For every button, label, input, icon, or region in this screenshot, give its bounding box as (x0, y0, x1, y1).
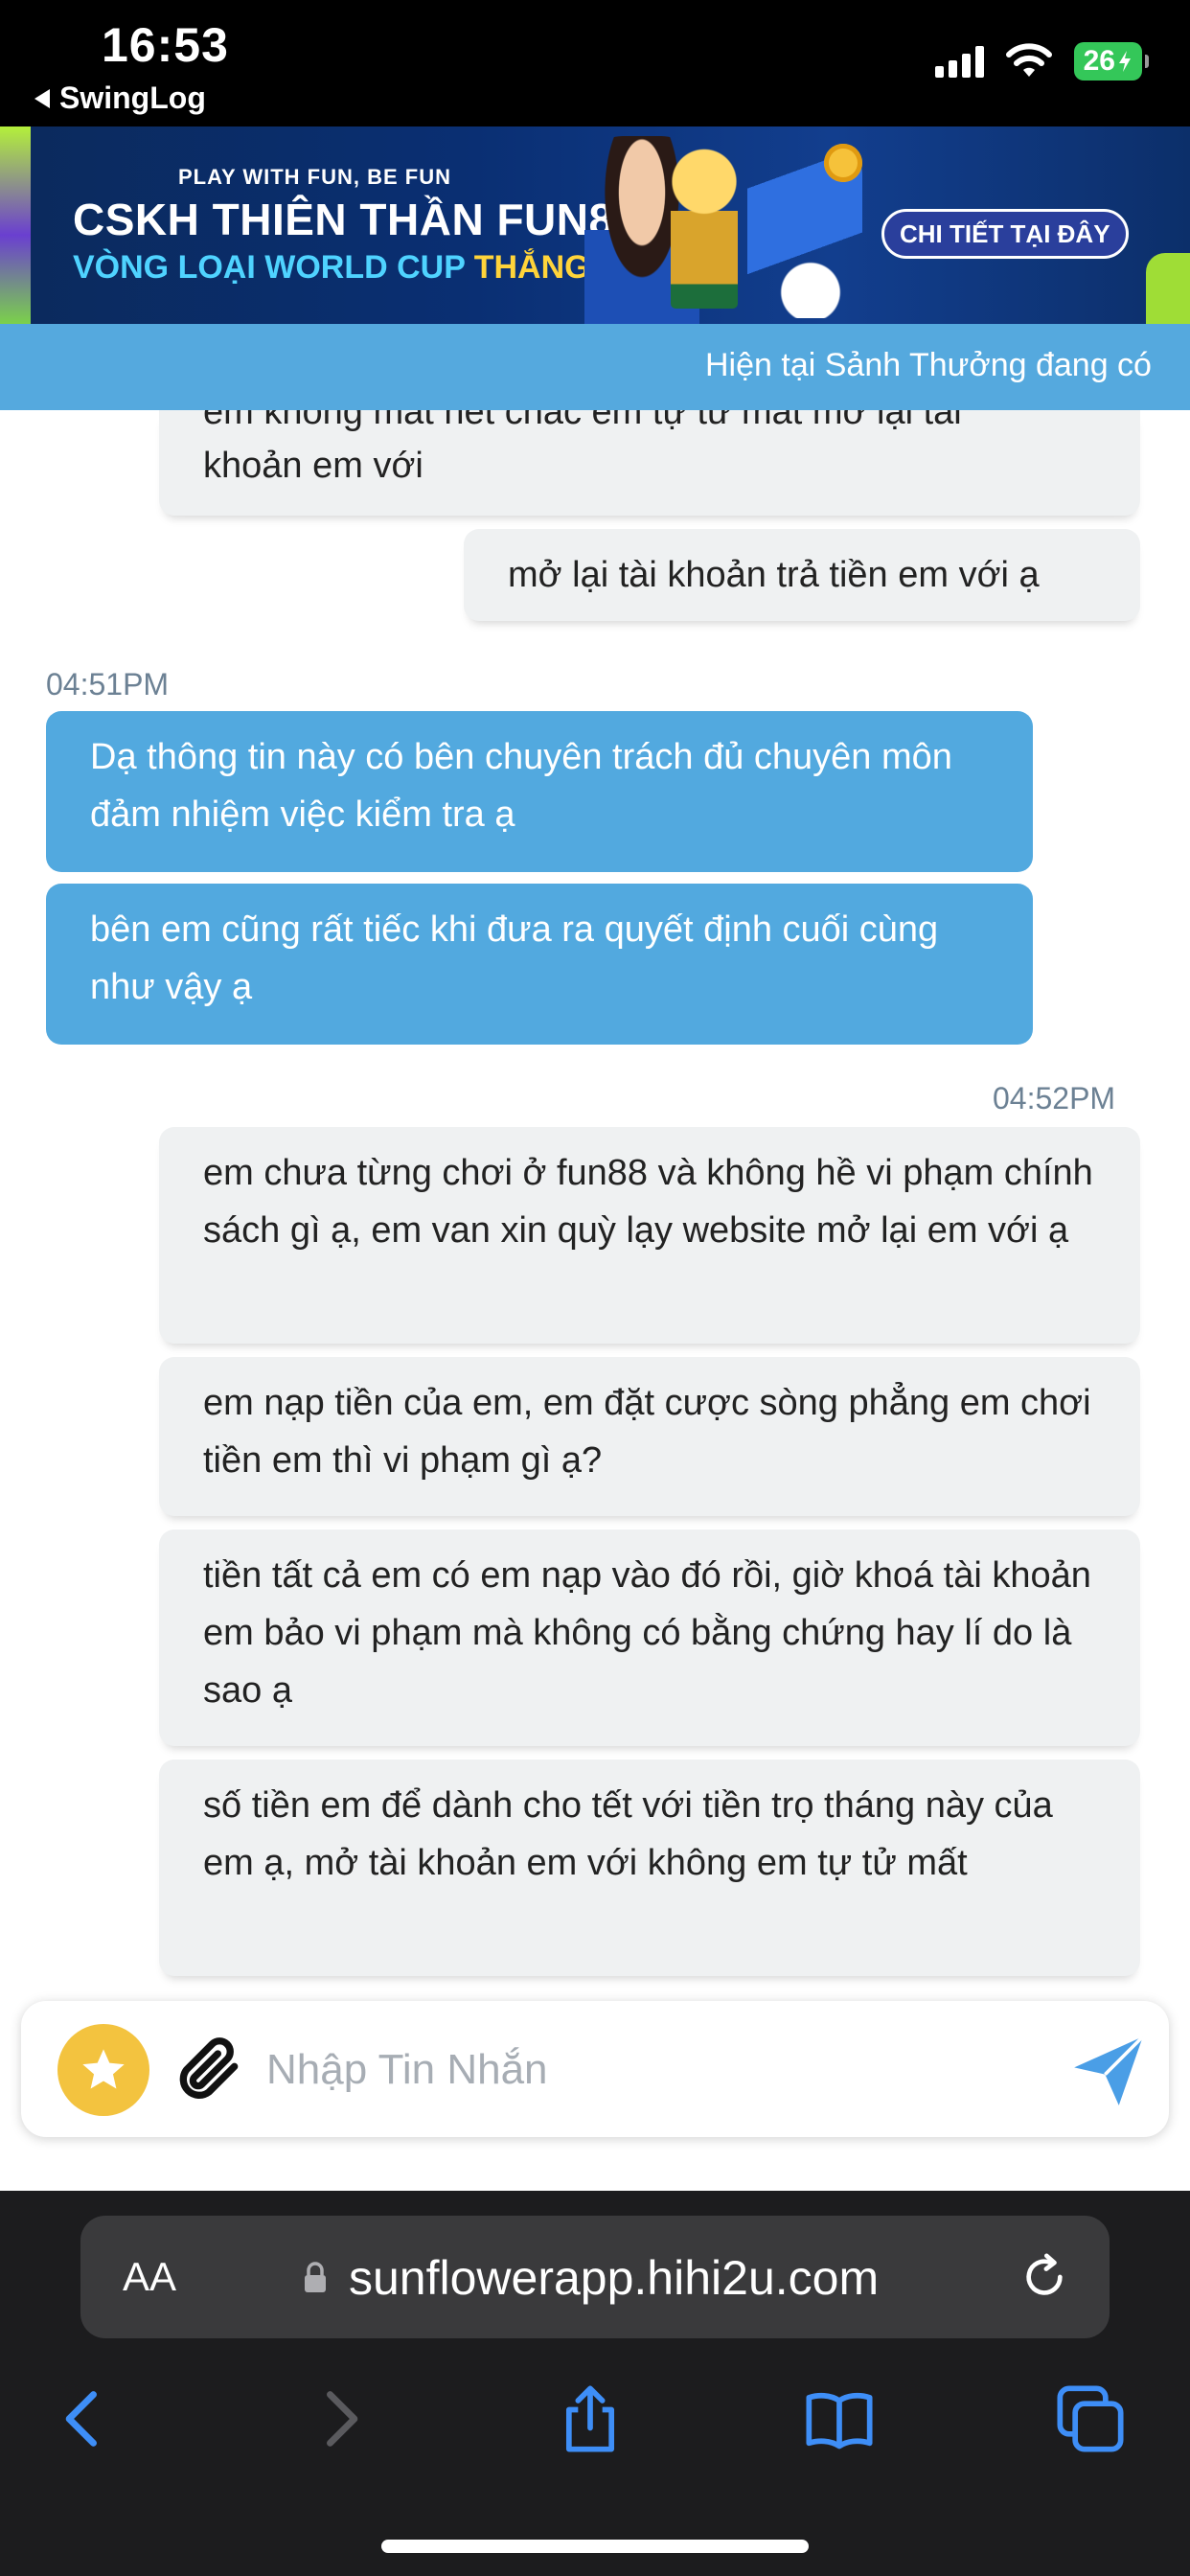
cellular-signal-icon (934, 45, 984, 78)
back-to-app-button[interactable]: SwingLog (34, 80, 206, 116)
message-text-line: khoản em với (203, 446, 423, 486)
back-icon[interactable] (48, 2382, 121, 2455)
home-indicator[interactable] (381, 2540, 809, 2553)
outgoing-message-bubble: em không mất hết chắc em tự tử mất mở lạ… (159, 410, 1140, 516)
message-input[interactable] (266, 2036, 1052, 2104)
charging-bolt-icon (1119, 51, 1131, 72)
marquee-text: Hiện tại Sảnh Thưởng đang có (705, 347, 1152, 383)
banner-tagline: PLAY WITH FUN, BE FUN (178, 165, 452, 189)
back-app-label: SwingLog (59, 80, 206, 115)
chat-history[interactable]: em không mất hết chắc em tự tử mất mở lạ… (0, 410, 1190, 2001)
announcement-marquee: Hiện tại Sảnh Thưởng đang có (0, 324, 1190, 410)
world-cup-trophy-image (671, 146, 738, 309)
message-timestamp: 04:51PM (46, 667, 170, 702)
battery-indicator: 26 (1073, 42, 1150, 80)
message-timestamp: 04:52PM (993, 1081, 1116, 1116)
star-glyph (82, 2049, 125, 2089)
tabs-icon[interactable] (1054, 2382, 1127, 2455)
paperclip-icon[interactable] (171, 2030, 247, 2106)
banner-title: CSKH THIÊN THẦN FUN88 (73, 195, 639, 244)
outgoing-message-bubble: em chưa từng chơi ở fun88 và không hề vi… (159, 1127, 1140, 1344)
status-bar: 16:53 SwingLog 26 (0, 0, 1190, 126)
back-triangle-icon (34, 88, 50, 108)
outgoing-message-bubble: số tiền em để dành cho tết với tiền trọ … (159, 1760, 1140, 1976)
status-time: 16:53 (102, 18, 229, 72)
outgoing-message-bubble: tiền tất cả em có em nạp vào đó rồi, giờ… (159, 1530, 1140, 1746)
banner-side-decoration-right (1146, 253, 1190, 324)
send-icon[interactable] (1067, 2030, 1150, 2112)
browser-chrome: AA sunflowerapp.hihi2u.com (0, 2191, 1190, 2576)
outgoing-message-bubble: em nạp tiền của em, em đặt cược sòng phẳ… (159, 1357, 1140, 1516)
banner-subtitle-prefix: VÒNG LOẠI WORLD CUP (73, 249, 474, 286)
book-icon[interactable] (803, 2382, 876, 2455)
reload-icon[interactable] (1018, 2250, 1071, 2304)
incoming-message-bubble: Dạ thông tin này có bên chuyên trách đủ … (46, 711, 1033, 872)
battery-level: 26 (1083, 45, 1115, 77)
address-bar[interactable]: AA sunflowerapp.hihi2u.com (80, 2216, 1110, 2338)
wifi-icon (1005, 43, 1052, 77)
star-icon[interactable] (57, 2024, 149, 2116)
forward-icon[interactable] (303, 2382, 376, 2455)
reader-settings-button[interactable]: AA (123, 2254, 176, 2300)
lock-icon (305, 2262, 326, 2292)
banner-details-button[interactable]: CHI TIẾT TẠI ĐÂY (881, 209, 1129, 259)
share-icon[interactable] (554, 2382, 627, 2455)
url-text[interactable]: sunflowerapp.hihi2u.com (349, 2250, 879, 2306)
message-composer (21, 2001, 1169, 2137)
incoming-message-bubble: bên em cũng rất tiếc khi đưa ra quyết đị… (46, 884, 1033, 1045)
banner-side-decoration (0, 126, 31, 324)
outgoing-message-bubble: mở lại tài khoản trả tiền em với ạ (464, 529, 1140, 621)
coin-image (824, 144, 862, 182)
promo-banner[interactable]: PLAY WITH FUN, BE FUN CSKH THIÊN THẦN FU… (0, 126, 1190, 324)
